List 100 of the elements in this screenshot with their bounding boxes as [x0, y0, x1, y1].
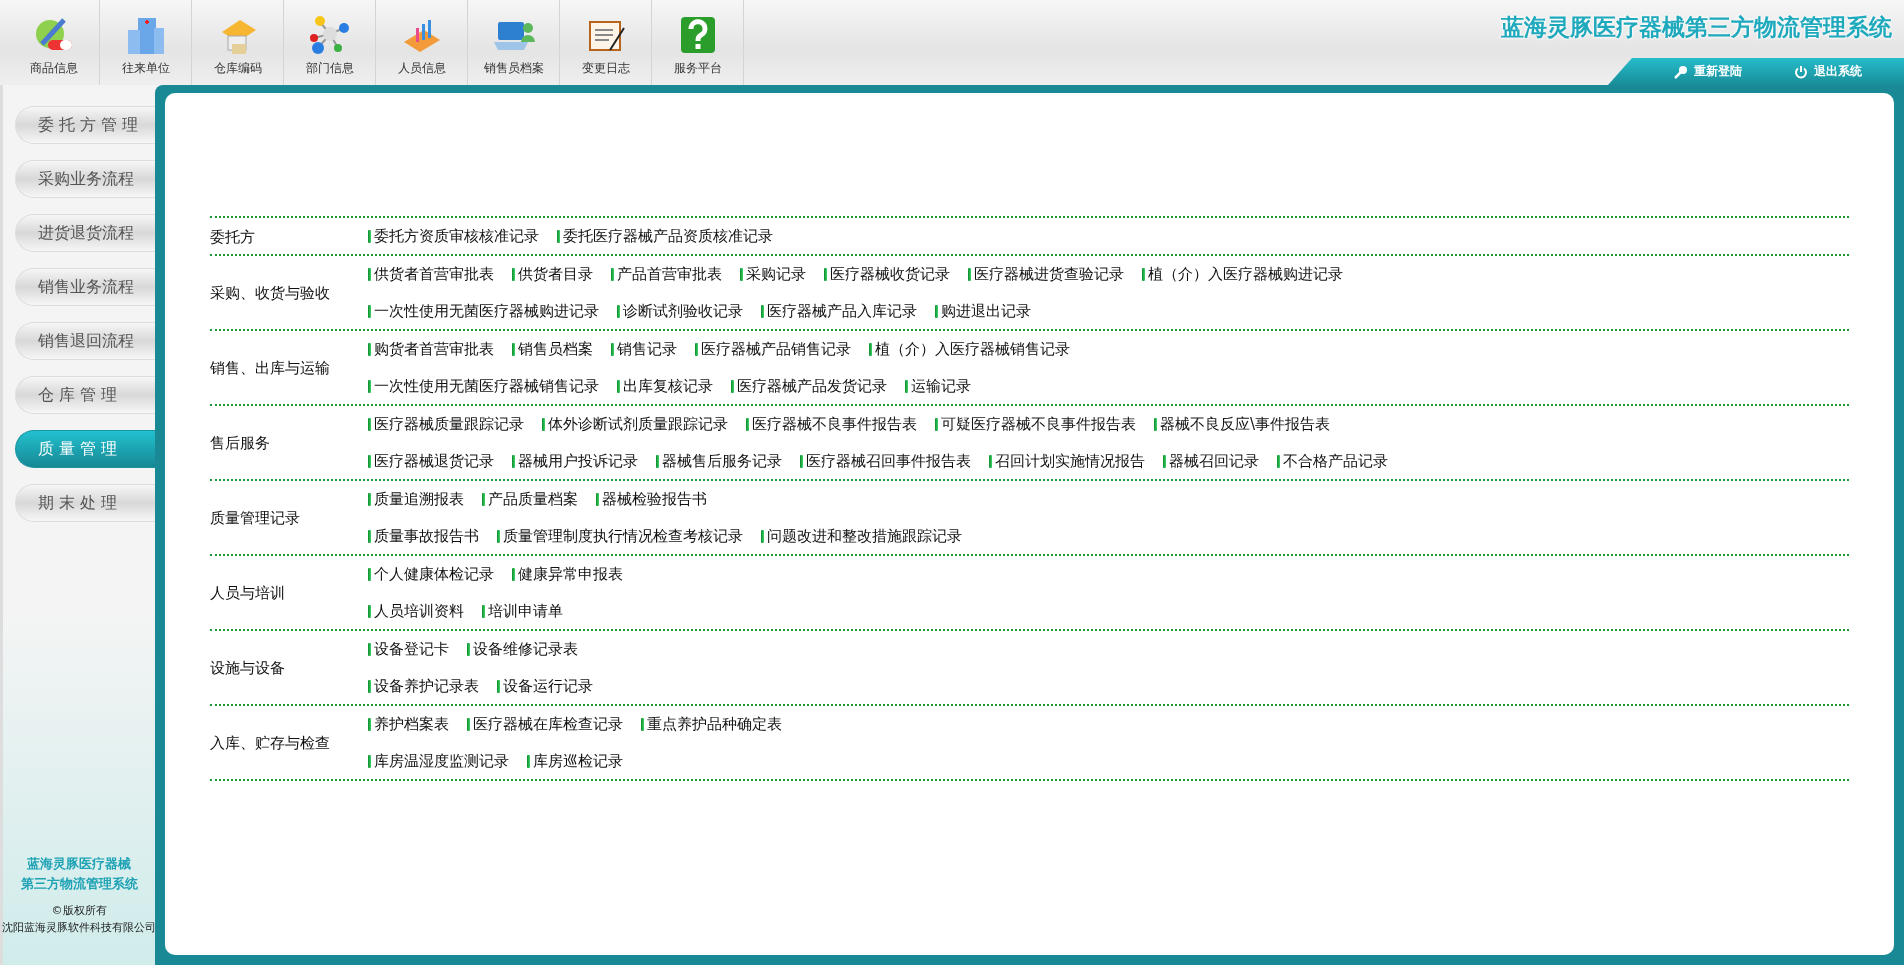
record-link[interactable]: 产品质量档案	[482, 489, 578, 509]
record-link[interactable]: 医疗器械产品销售记录	[695, 339, 851, 359]
app-title: 蓝海灵豚医疗器械第三方物流管理系统	[1501, 13, 1893, 42]
bullet-icon	[368, 604, 371, 618]
bullet-icon	[617, 379, 620, 393]
sidebar-item[interactable]: 委 托 方 管 理	[15, 106, 155, 144]
record-link[interactable]: 设备养护记录表	[368, 676, 479, 696]
category-label: 人员与培训	[210, 583, 286, 604]
bullet-icon	[512, 267, 515, 281]
record-link[interactable]: 可疑医疗器械不良事件报告表	[935, 414, 1136, 434]
record-link[interactable]: 委托医疗器械产品资质核准记录	[557, 226, 773, 246]
record-link[interactable]: 库房巡检记录	[527, 751, 623, 771]
key-icon	[1674, 64, 1688, 79]
bullet-icon	[557, 229, 560, 243]
bullet-icon	[368, 304, 371, 318]
record-link[interactable]: 质量管理制度执行情况检查考核记录	[497, 526, 743, 546]
power-icon	[1794, 64, 1808, 79]
toolbar-button[interactable]: 变更日志	[560, 0, 652, 85]
record-link[interactable]: 产品首营审批表	[611, 264, 722, 284]
sidebar-item[interactable]: 进货退货流程	[15, 214, 155, 252]
bullet-icon	[368, 642, 371, 656]
bullet-icon	[497, 679, 500, 693]
record-link[interactable]: 质量追溯报表	[368, 489, 464, 509]
record-link[interactable]: 健康异常申报表	[512, 564, 623, 584]
bullet-icon	[695, 342, 698, 356]
record-link[interactable]: 医疗器械退货记录	[368, 451, 494, 471]
record-link[interactable]: 个人健康体检记录	[368, 564, 494, 584]
record-link[interactable]: 重点养护品种确定表	[641, 714, 782, 734]
record-link[interactable]: 植（介）入医疗器械购进记录	[1142, 264, 1343, 284]
record-link[interactable]: 医疗器械产品发货记录	[731, 376, 887, 396]
record-link[interactable]: 医疗器械进货查验记录	[968, 264, 1124, 284]
sidebar-item[interactable]: 销售业务流程	[15, 268, 155, 306]
record-link[interactable]: 问题改进和整改措施跟踪记录	[761, 526, 962, 546]
bullet-icon	[368, 754, 371, 768]
record-link[interactable]: 采购记录	[740, 264, 806, 284]
record-link[interactable]: 器械检验报告书	[596, 489, 707, 509]
record-link[interactable]: 设备运行记录	[497, 676, 593, 696]
bullet-icon	[611, 342, 614, 356]
category-label: 设施与设备	[210, 658, 286, 679]
bullet-icon	[740, 267, 743, 281]
sidebar-item[interactable]: 期 末 处 理	[15, 484, 155, 522]
toolbar-button[interactable]: 服务平台	[652, 0, 744, 85]
bullet-icon	[368, 342, 371, 356]
record-link[interactable]: 设备维修记录表	[467, 639, 578, 659]
record-link[interactable]: 器械召回记录	[1163, 451, 1259, 471]
system-name: 第三方物流管理系统	[20, 875, 138, 893]
record-link[interactable]: 质量事故报告书	[368, 526, 479, 546]
record-link[interactable]: 器械不良反应\事件报告表	[1154, 414, 1331, 434]
record-link[interactable]: 不合格产品记录	[1277, 451, 1388, 471]
category-label: 质量管理记录	[210, 508, 301, 529]
sidebar-item[interactable]: 采购业务流程	[15, 160, 155, 198]
record-link[interactable]: 一次性使用无菌医疗器械购进记录	[368, 301, 599, 321]
bullet-icon	[482, 492, 485, 506]
bullet-icon	[1277, 454, 1280, 468]
record-link[interactable]: 库房温湿度监测记录	[368, 751, 509, 771]
record-link[interactable]: 出库复核记录	[617, 376, 713, 396]
bullet-icon	[467, 642, 470, 656]
record-link[interactable]: 人员培训资料	[368, 601, 464, 621]
record-link[interactable]: 医疗器械质量跟踪记录	[368, 414, 524, 434]
record-link[interactable]: 医疗器械产品入库记录	[761, 301, 917, 321]
bullet-icon	[800, 454, 803, 468]
sidebar-item[interactable]: 仓 库 管 理	[15, 376, 155, 414]
record-link[interactable]: 培训申请单	[482, 601, 563, 621]
bullet-icon	[968, 267, 971, 281]
bullet-icon	[368, 567, 371, 581]
record-link[interactable]: 养护档案表	[368, 714, 449, 734]
bullet-icon	[905, 379, 908, 393]
record-link[interactable]: 委托方资质审核核准记录	[368, 226, 539, 246]
record-link[interactable]: 医疗器械不良事件报告表	[746, 414, 917, 434]
record-link[interactable]: 器械用户投诉记录	[512, 451, 638, 471]
record-link[interactable]: 植（介）入医疗器械销售记录	[869, 339, 1070, 359]
bullet-icon	[935, 417, 938, 431]
record-link[interactable]: 一次性使用无菌医疗器械销售记录	[368, 376, 599, 396]
record-link[interactable]: 设备登记卡	[368, 639, 449, 659]
record-link[interactable]: 购进退出记录	[935, 301, 1031, 321]
record-link[interactable]: 运输记录	[905, 376, 971, 396]
bullet-icon	[368, 454, 371, 468]
record-link[interactable]: 医疗器械收货记录	[824, 264, 950, 284]
record-link[interactable]: 销售记录	[611, 339, 677, 359]
record-link[interactable]: 供货者目录	[512, 264, 593, 284]
bullet-icon	[746, 417, 749, 431]
copyright-text: ©版权所有	[51, 903, 107, 918]
record-link[interactable]: 体外诊断试剂质量跟踪记录	[542, 414, 728, 434]
toolbar-button[interactable]: 商品信息	[8, 0, 100, 85]
record-link[interactable]: 器械售后服务记录	[656, 451, 782, 471]
record-link[interactable]: 医疗器械在库检查记录	[467, 714, 623, 734]
category-label: 入库、贮存与检查	[210, 733, 331, 754]
record-link[interactable]: 召回计划实施情况报告	[989, 451, 1145, 471]
category-label: 采购、收货与验收	[210, 283, 331, 304]
bullet-icon	[368, 492, 371, 506]
bullet-icon	[497, 529, 500, 543]
record-link[interactable]: 供货者首营审批表	[368, 264, 494, 284]
record-link[interactable]: 诊断试剂验收记录	[617, 301, 743, 321]
toolbar-button[interactable]: 销售员档案	[468, 0, 560, 85]
bullet-icon	[596, 492, 599, 506]
record-link[interactable]: 销售员档案	[512, 339, 593, 359]
record-link[interactable]: 购货者首营审批表	[368, 339, 494, 359]
sidebar-item[interactable]: 销售退回流程	[15, 322, 155, 360]
record-link[interactable]: 医疗器械召回事件报告表	[800, 451, 971, 471]
toolbar-button[interactable]: 往来单位	[100, 0, 192, 85]
